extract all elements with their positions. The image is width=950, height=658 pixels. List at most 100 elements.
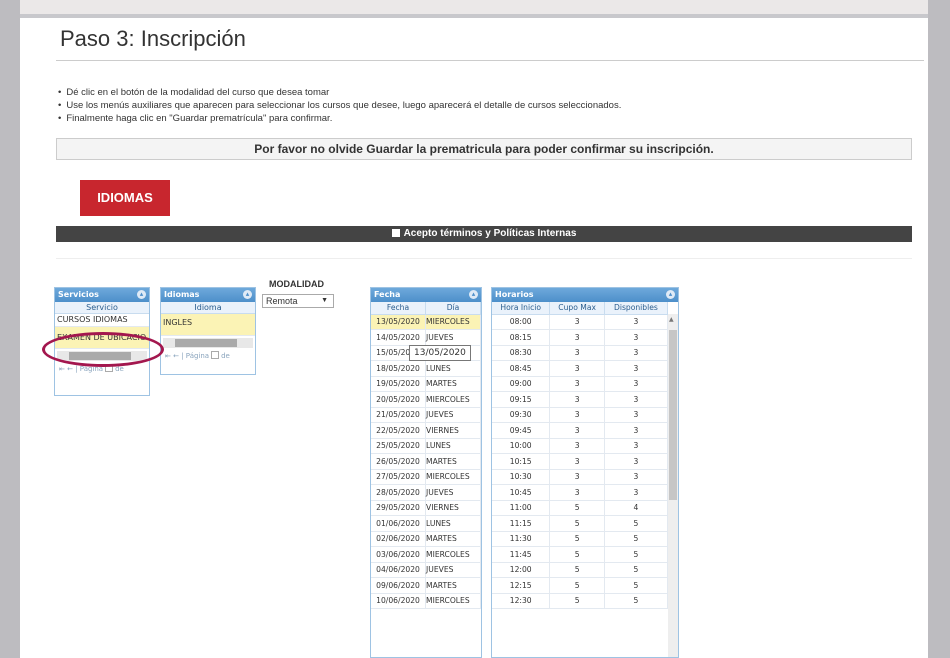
- disponibles-cell: 5: [604, 577, 669, 594]
- dia-cell: LUNES: [425, 360, 481, 377]
- fecha-row[interactable]: 09/06/2020 MARTES: [371, 577, 481, 594]
- horario-row[interactable]: 12:15 5 5: [492, 577, 669, 594]
- scrollbar-thumb[interactable]: [69, 351, 131, 360]
- servicio-row-selected[interactable]: EXAMEN DE UBICACIO: [55, 326, 149, 349]
- hora-inicio-cell: 09:15: [492, 391, 551, 408]
- pager-arrows-icon[interactable]: ⇤ ←: [165, 352, 179, 360]
- horario-row[interactable]: 11:00 5 4: [492, 500, 669, 516]
- fecha-column-header[interactable]: Fecha: [371, 302, 427, 315]
- horario-row[interactable]: 10:15 3 3: [492, 453, 669, 470]
- horario-row[interactable]: 12:30 5 5: [492, 593, 669, 609]
- fecha-row[interactable]: 27/05/2020 MIERCOLES: [371, 469, 481, 485]
- fecha-row[interactable]: 19/05/2020 MARTES: [371, 376, 481, 392]
- fecha-cell: 28/05/2020: [371, 484, 427, 501]
- dia-cell: MIERCOLES: [425, 314, 481, 330]
- cupo-max-cell: 5: [549, 593, 605, 609]
- cupo-max-cell: 5: [549, 515, 605, 532]
- modalidad-select[interactable]: Remota ▼: [262, 294, 334, 308]
- vertical-scrollbar[interactable]: ▲: [668, 314, 678, 657]
- cupo-max-cell: 3: [549, 407, 605, 423]
- collapse-icon[interactable]: ▴: [469, 290, 478, 299]
- scrollbar-thumb[interactable]: [175, 339, 237, 347]
- idioma-row-selected[interactable]: INGLES: [161, 314, 255, 336]
- horarios-panel-title: Horarios: [495, 290, 534, 299]
- horario-row[interactable]: 09:30 3 3: [492, 407, 669, 423]
- horario-row[interactable]: 08:15 3 3: [492, 329, 669, 346]
- hora-inicio-cell: 09:30: [492, 407, 551, 423]
- horario-row[interactable]: 10:30 3 3: [492, 469, 669, 485]
- horarios-panel-header: Horarios ▴: [492, 288, 678, 302]
- fecha-cell: 22/05/2020: [371, 422, 427, 439]
- fecha-row[interactable]: 18/05/2020 LUNES: [371, 360, 481, 377]
- fecha-cell: 18/05/2020: [371, 360, 427, 377]
- fecha-row[interactable]: 02/06/2020 MARTES: [371, 531, 481, 547]
- hora-inicio-cell: 11:15: [492, 515, 551, 532]
- horario-row[interactable]: 08:30 3 3: [492, 345, 669, 361]
- fecha-row[interactable]: 21/05/2020 JUEVES: [371, 407, 481, 423]
- hora-inicio-column-header[interactable]: Hora Inicio: [492, 302, 551, 315]
- scroll-up-icon[interactable]: ▲: [669, 316, 674, 323]
- horario-row[interactable]: 09:45 3 3: [492, 422, 669, 439]
- fecha-row[interactable]: 22/05/2020 VIERNES: [371, 422, 481, 439]
- disponibles-cell: 3: [604, 453, 669, 470]
- collapse-icon[interactable]: ▴: [243, 290, 252, 299]
- horario-row[interactable]: 11:15 5 5: [492, 515, 669, 532]
- pager: ⇤ ← | Página de: [59, 363, 124, 373]
- fecha-row[interactable]: 26/05/2020 MARTES: [371, 453, 481, 470]
- cupo-max-column-header[interactable]: Cupo Max: [549, 302, 605, 315]
- fecha-row[interactable]: 29/05/2020 VIERNES: [371, 500, 481, 516]
- hora-inicio-cell: 11:30: [492, 531, 551, 547]
- fecha-cell: 09/06/2020: [371, 577, 427, 594]
- scrollbar-thumb[interactable]: [669, 330, 677, 500]
- disponibles-column-header[interactable]: Disponibles: [604, 302, 669, 315]
- dia-cell: MARTES: [425, 577, 481, 594]
- horario-row[interactable]: 09:00 3 3: [492, 376, 669, 392]
- cupo-max-cell: 3: [549, 345, 605, 361]
- save-reminder-notice: Por favor no olvide Guardar la prematric…: [56, 138, 912, 160]
- servicio-column-header[interactable]: Servicio: [55, 302, 149, 314]
- horario-row[interactable]: 08:45 3 3: [492, 360, 669, 377]
- hora-inicio-cell: 10:45: [492, 484, 551, 501]
- horario-row[interactable]: 09:15 3 3: [492, 391, 669, 408]
- horario-row[interactable]: 08:00 3 3: [492, 314, 669, 330]
- fecha-row[interactable]: 01/06/2020 LUNES: [371, 515, 481, 532]
- horario-row[interactable]: 11:30 5 5: [492, 531, 669, 547]
- fecha-row[interactable]: 20/05/2020 MIERCOLES: [371, 391, 481, 408]
- dia-cell: JUEVES: [425, 484, 481, 501]
- dia-column-header[interactable]: Día: [425, 302, 481, 315]
- hora-inicio-cell: 08:45: [492, 360, 551, 377]
- fecha-row[interactable]: 10/06/2020 MIERCOLES: [371, 593, 481, 609]
- dia-cell: MIERCOLES: [425, 546, 481, 563]
- horizontal-scrollbar[interactable]: [163, 338, 253, 348]
- fecha-row[interactable]: 25/05/2020 LUNES: [371, 438, 481, 454]
- hora-inicio-cell: 12:15: [492, 577, 551, 594]
- servicio-row[interactable]: CURSOS IDIOMAS: [55, 314, 149, 327]
- idioma-column-header[interactable]: Idioma: [161, 302, 255, 314]
- page-number-input[interactable]: [211, 351, 220, 359]
- idiomas-panel-header: Idiomas ▴: [161, 288, 255, 302]
- horizontal-scrollbar[interactable]: [57, 350, 147, 361]
- fecha-cell: 13/05/2020: [371, 314, 427, 330]
- page-number-input[interactable]: [105, 363, 114, 372]
- fecha-row[interactable]: 04/06/2020 JUEVES: [371, 562, 481, 578]
- fecha-row[interactable]: 13/05/2020 MIERCOLES: [371, 314, 481, 330]
- horario-row[interactable]: 10:45 3 3: [492, 484, 669, 501]
- collapse-icon[interactable]: ▴: [666, 290, 675, 299]
- cupo-max-cell: 3: [549, 360, 605, 377]
- collapse-icon[interactable]: ▴: [137, 290, 146, 299]
- horario-row[interactable]: 10:00 3 3: [492, 438, 669, 454]
- disponibles-cell: 3: [604, 391, 669, 408]
- disponibles-cell: 5: [604, 593, 669, 609]
- pager-arrows-icon[interactable]: ⇤ ←: [59, 365, 73, 373]
- fecha-row[interactable]: 14/05/2020 JUEVES: [371, 329, 481, 346]
- fecha-cell: 01/06/2020: [371, 515, 427, 532]
- horario-row[interactable]: 12:00 5 5: [492, 562, 669, 578]
- idiomas-button[interactable]: IDIOMAS: [80, 180, 170, 216]
- fecha-row[interactable]: 03/06/2020 MIERCOLES: [371, 546, 481, 563]
- hora-inicio-cell: 10:15: [492, 453, 551, 470]
- horario-row[interactable]: 11:45 5 5: [492, 546, 669, 563]
- fecha-row[interactable]: 28/05/2020 JUEVES: [371, 484, 481, 501]
- terms-checkbox[interactable]: [391, 229, 400, 237]
- terms-bar[interactable]: Acepto términos y Políticas Internas: [56, 226, 912, 242]
- dia-cell: JUEVES: [425, 329, 481, 346]
